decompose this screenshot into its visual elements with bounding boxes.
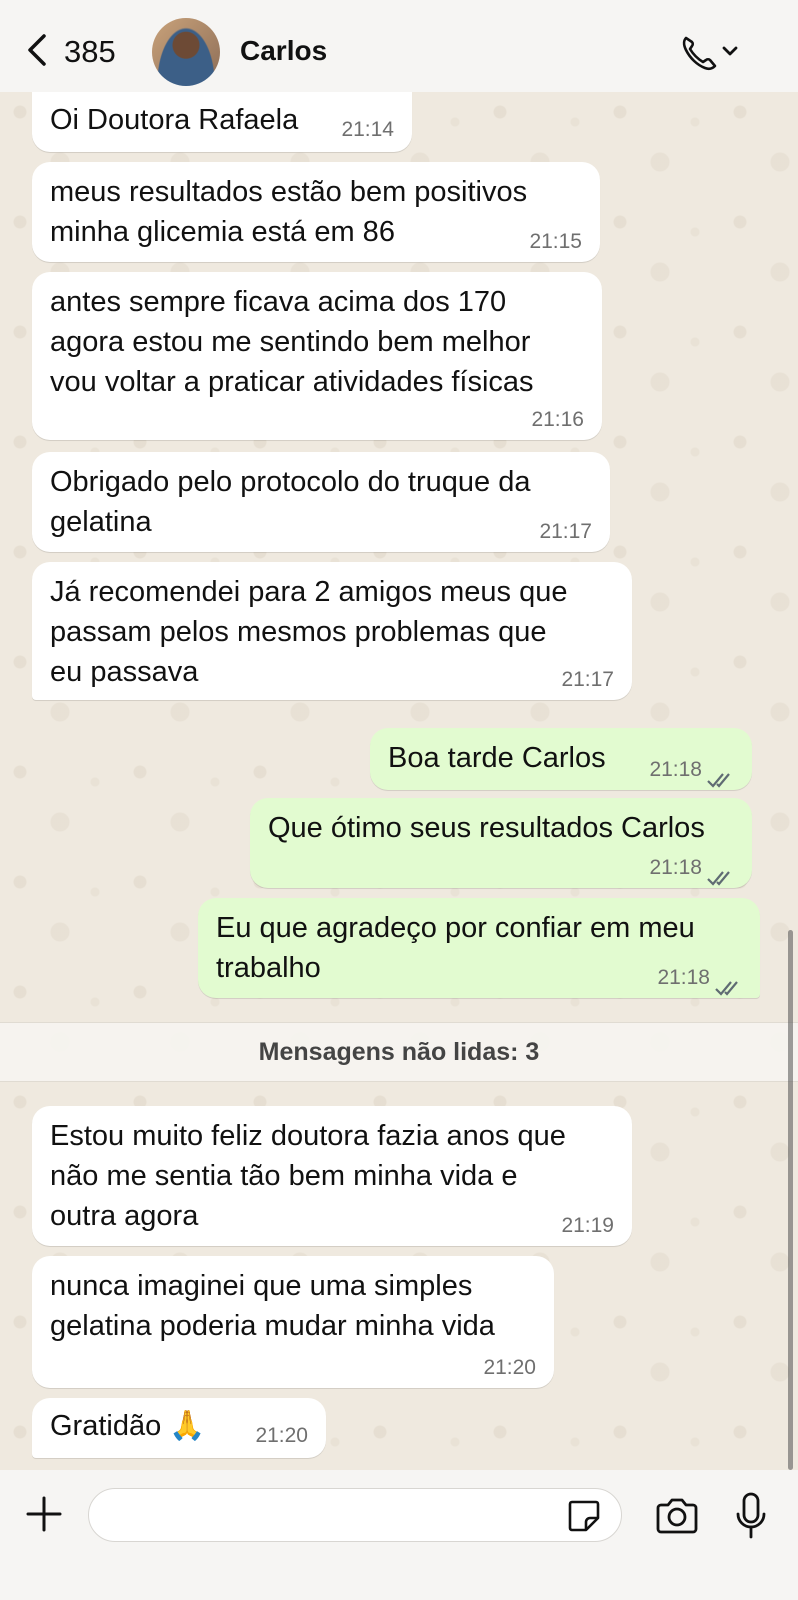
message-time: 21:18 [649, 856, 702, 879]
message-time: 21:14 [341, 118, 394, 141]
call-button[interactable] [680, 32, 750, 72]
message-bubble-incoming[interactable]: meus resultados estão bem positivos minh… [32, 162, 600, 262]
unread-chats-count[interactable]: 385 [64, 34, 116, 70]
message-text: Que ótimo seus resultados Carlos [268, 812, 705, 844]
avatar[interactable] [152, 18, 220, 86]
double-check-icon [714, 969, 744, 996]
message-time: 21:18 [657, 966, 710, 989]
message-text: Estou muito feliz doutora fazia anos que… [50, 1120, 566, 1232]
message-bubble-incoming[interactable]: nunca imaginei que uma simples gelatina … [32, 1256, 554, 1388]
chevron-down-icon [722, 46, 738, 56]
message-bubble-outgoing[interactable]: Que ótimo seus resultados Carlos 21:18 [250, 798, 752, 888]
message-time: 21:19 [561, 1214, 614, 1237]
contact-name[interactable]: Carlos [240, 35, 327, 67]
unread-messages-banner: Mensagens não lidas: 3 [0, 1022, 798, 1082]
chat-header: 385 Carlos [0, 0, 798, 92]
message-time: 21:18 [649, 758, 702, 781]
message-time: 21:15 [529, 230, 582, 253]
message-bubble-outgoing[interactable]: Boa tarde Carlos 21:18 [370, 728, 752, 790]
message-bubble-incoming[interactable]: Estou muito feliz doutora fazia anos que… [32, 1106, 632, 1246]
message-time: 21:17 [539, 520, 592, 543]
composer-bar [0, 1470, 798, 1600]
message-time: 21:20 [255, 1424, 308, 1447]
message-time: 21:20 [483, 1356, 536, 1379]
phone-icon [682, 36, 717, 71]
sticker-button[interactable] [566, 1498, 602, 1534]
message-bubble-incoming[interactable]: antes sempre ficava acima dos 170 agora … [32, 272, 602, 440]
double-check-icon [706, 859, 736, 886]
camera-icon [656, 1498, 698, 1534]
message-bubble-outgoing[interactable]: Eu que agradeço por confiar em meu traba… [198, 898, 760, 998]
message-text: Já recomendei para 2 amigos meus que pas… [50, 576, 568, 688]
microphone-button[interactable] [734, 1492, 768, 1540]
message-text: meus resultados estão bem positivos minh… [50, 176, 528, 248]
message-bubble-incoming[interactable]: Gratidão 🙏 21:20 [32, 1398, 326, 1458]
message-text: nunca imaginei que uma simples gelatina … [50, 1270, 495, 1342]
message-text: antes sempre ficava acima dos 170 agora … [50, 286, 534, 398]
message-input-container[interactable] [88, 1488, 622, 1542]
scrollbar[interactable] [788, 930, 793, 1470]
back-button[interactable] [22, 30, 52, 70]
sticker-icon [568, 1500, 600, 1532]
attach-button[interactable] [24, 1494, 64, 1534]
microphone-icon [736, 1492, 766, 1539]
message-bubble-incoming[interactable]: Oi Doutora Rafaela 21:14 [32, 92, 412, 152]
message-bubble-incoming[interactable]: Já recomendei para 2 amigos meus que pas… [32, 562, 632, 700]
camera-button[interactable] [654, 1496, 700, 1536]
message-time: 21:17 [561, 668, 614, 691]
message-text: Obrigado pelo protocolo do truque da gel… [50, 466, 531, 538]
back-chevron-icon [28, 34, 46, 66]
plus-icon [26, 1496, 62, 1532]
double-check-icon [706, 761, 736, 788]
message-time: 21:16 [531, 408, 584, 431]
message-input[interactable] [107, 1497, 541, 1535]
message-bubble-incoming[interactable]: Obrigado pelo protocolo do truque da gel… [32, 452, 610, 552]
